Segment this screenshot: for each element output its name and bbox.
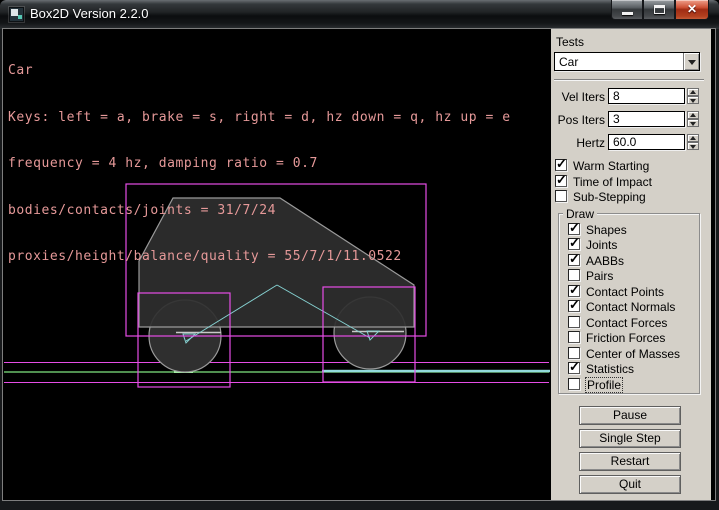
app-icon xyxy=(9,7,24,22)
profile-label: Profile xyxy=(586,378,622,392)
warm-starting-label: Warm Starting xyxy=(573,159,649,173)
statistics-label: Statistics xyxy=(586,362,634,376)
hertz-stepper[interactable] xyxy=(687,134,699,150)
aabbs-label: AABBs xyxy=(586,254,624,268)
stats-proxies: proxies/height/balance/quality = 55/7/1/… xyxy=(8,249,511,265)
tests-label: Tests xyxy=(556,35,584,49)
app-window: Box2D Version 2.2.0 ✕ xyxy=(0,0,719,510)
separator xyxy=(554,79,704,81)
selected-test: Car xyxy=(559,55,578,69)
simulation-canvas[interactable]: Car Keys: left = a, brake = s, right = d… xyxy=(3,29,551,500)
debug-statistics: Car Keys: left = a, brake = s, right = d… xyxy=(8,32,511,296)
minimize-button[interactable] xyxy=(611,0,643,20)
client-area: Car Keys: left = a, brake = s, right = d… xyxy=(3,29,715,500)
stats-counts: bodies/contacts/joints = 31/7/24 xyxy=(8,203,511,219)
test-select-dropdown[interactable]: Car xyxy=(554,52,700,71)
stats-frequency: frequency = 4 hz, damping ratio = 0.7 xyxy=(8,156,511,172)
hertz-input[interactable] xyxy=(608,134,685,150)
spin-down-icon[interactable] xyxy=(687,119,699,127)
restart-button[interactable]: Restart xyxy=(579,452,681,471)
maximize-icon xyxy=(654,5,665,14)
control-panel: Tests Car Vel Iters Pos Iters Hertz xyxy=(551,29,711,500)
pos-iters-stepper[interactable] xyxy=(687,111,699,127)
draw-group-label: Draw xyxy=(563,207,597,221)
vel-iters-label: Vel Iters xyxy=(551,90,605,104)
contact-points-label: Contact Points xyxy=(586,285,664,299)
vel-iters-stepper[interactable] xyxy=(687,88,699,104)
pairs-label: Pairs xyxy=(586,269,613,283)
contact-normals-label: Contact Normals xyxy=(586,300,675,314)
spin-down-icon[interactable] xyxy=(687,96,699,104)
bridge-line xyxy=(322,370,550,372)
contact-forces-label: Contact Forces xyxy=(586,316,667,330)
spin-up-icon[interactable] xyxy=(687,88,699,96)
center-of-masses-label: Center of Masses xyxy=(586,347,680,361)
quit-button[interactable]: Quit xyxy=(579,475,681,494)
dropdown-arrow-button[interactable] xyxy=(683,53,699,70)
pos-iters-input[interactable] xyxy=(608,111,685,127)
vel-iters-input[interactable] xyxy=(608,88,685,104)
time-of-impact-label: Time of Impact xyxy=(573,175,652,189)
sub-stepping-label: Sub-Stepping xyxy=(573,190,646,204)
friction-forces-label: Friction Forces xyxy=(586,331,665,345)
joints-label: Joints xyxy=(586,238,617,252)
maximize-button[interactable] xyxy=(643,0,675,20)
pause-button[interactable]: Pause xyxy=(579,406,681,425)
chevron-down-icon xyxy=(688,60,696,65)
stats-keys: Keys: left = a, brake = s, right = d, hz… xyxy=(8,110,511,126)
spin-up-icon[interactable] xyxy=(687,111,699,119)
pos-iters-label: Pos Iters xyxy=(551,113,605,127)
draw-group: Draw ✓ Shapes ✓ Joints ✓ AABBs Pairs xyxy=(558,213,700,394)
shapes-label: Shapes xyxy=(586,223,627,237)
hertz-label: Hertz xyxy=(551,136,605,150)
close-icon: ✕ xyxy=(676,2,708,16)
single-step-button[interactable]: Single Step xyxy=(579,429,681,448)
window-title: Box2D Version 2.2.0 xyxy=(30,0,149,29)
spin-down-icon[interactable] xyxy=(687,142,699,150)
close-button[interactable]: ✕ xyxy=(675,0,709,20)
stats-test-name: Car xyxy=(8,63,511,79)
title-bar: Box2D Version 2.2.0 ✕ xyxy=(0,0,719,29)
spin-up-icon[interactable] xyxy=(687,134,699,142)
minimize-icon xyxy=(622,12,633,15)
